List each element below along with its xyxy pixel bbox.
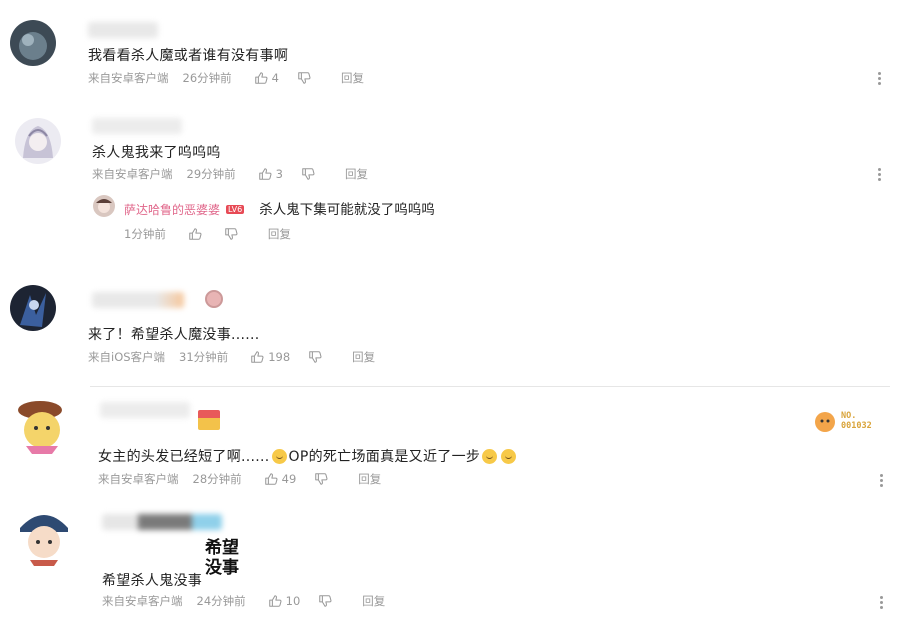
comment-item: 来了！希望杀人魔没事...... 来自iOS客户端 31分钟前 198 回复 xyxy=(0,270,900,386)
like-count: 49 xyxy=(281,472,297,486)
comment-item: 希望杀人鬼没事 希望 没事 来自安卓客户端 24分钟前 10 回复 xyxy=(0,500,900,623)
thumbs-up-icon xyxy=(254,71,268,85)
reply-user-avatar[interactable] xyxy=(93,195,115,217)
medal-icon xyxy=(205,290,223,308)
user-avatar[interactable] xyxy=(14,506,74,566)
thumbs-down-icon xyxy=(224,227,238,241)
reply-meta: 1分钟前 回复 xyxy=(124,226,291,242)
username-blurred[interactable] xyxy=(100,402,190,418)
level-badge: LV6 xyxy=(226,205,245,214)
dislike-button[interactable] xyxy=(314,472,328,486)
thumbs-down-icon xyxy=(314,472,328,486)
client-source: 来自iOS客户端 xyxy=(88,350,166,364)
username-blurred[interactable] xyxy=(102,514,222,530)
like-count: 4 xyxy=(271,71,279,85)
timestamp: 28分钟前 xyxy=(192,472,242,486)
thumbs-down-icon xyxy=(318,594,332,608)
like-count: 3 xyxy=(275,167,283,181)
comment-meta: 来自安卓客户端 24分钟前 10 回复 xyxy=(102,593,385,609)
like-count: 10 xyxy=(285,594,301,608)
reply-button[interactable]: 回复 xyxy=(362,593,385,609)
user-avatar[interactable] xyxy=(10,20,56,66)
thumbs-up-icon xyxy=(188,227,202,241)
comment-meta: 来自安卓客户端 28分钟前 49 回复 xyxy=(98,471,381,487)
thumbs-up-icon xyxy=(268,594,282,608)
reply-text: 杀人鬼下集可能就没了呜呜呜 xyxy=(259,202,435,218)
thumbs-up-icon xyxy=(258,167,272,181)
comment-text-part: 女主的头发已经短了啊...... xyxy=(98,449,270,465)
thumbs-down-icon xyxy=(308,350,322,364)
client-source: 来自安卓客户端 xyxy=(88,71,169,85)
comment-text: 希望杀人鬼没事 xyxy=(102,573,203,589)
like-button[interactable] xyxy=(188,227,206,241)
dislike-button[interactable] xyxy=(308,350,322,364)
comment-text-part: OP的死亡场面真是又近了一步 xyxy=(288,449,481,465)
laugh-emoji-icon xyxy=(271,449,287,464)
timestamp: 31分钟前 xyxy=(179,350,229,364)
reply-username[interactable]: 萨达哈鲁的恶婆婆 xyxy=(124,203,220,217)
timestamp: 26分钟前 xyxy=(182,71,232,85)
sticker-image: 希望 没事 xyxy=(200,538,244,578)
user-avatar[interactable] xyxy=(12,396,72,456)
comment-text: 我看看杀人魔或者谁有没有事啊 xyxy=(88,48,289,64)
user-avatar[interactable] xyxy=(10,285,56,331)
comment-item: NO. 001032 女主的头发已经短了啊...... OP的死亡场面真是又近了一… xyxy=(0,390,900,500)
like-count: 198 xyxy=(268,350,291,364)
username-blurred[interactable] xyxy=(92,118,182,134)
dislike-button[interactable] xyxy=(224,227,238,241)
fan-badge: NO. 001032 xyxy=(812,408,872,434)
badge-number: NO. 001032 xyxy=(841,411,872,431)
dislike-button[interactable] xyxy=(318,594,332,608)
like-button[interactable]: 10 xyxy=(268,594,301,608)
username-blurred[interactable] xyxy=(88,22,158,38)
comment-meta: 来自安卓客户端 26分钟前 4 回复 xyxy=(88,70,364,86)
more-vertical-icon[interactable] xyxy=(880,474,884,488)
like-button[interactable]: 198 xyxy=(250,350,290,364)
user-avatar[interactable] xyxy=(15,118,61,164)
thumbs-up-icon xyxy=(250,350,264,364)
more-vertical-icon[interactable] xyxy=(878,72,882,86)
comment-meta: 来自iOS客户端 31分钟前 198 回复 xyxy=(88,349,375,365)
section-divider xyxy=(90,386,890,387)
badge-mascot-icon xyxy=(815,412,835,432)
like-button[interactable]: 3 xyxy=(258,167,283,181)
reply-button[interactable]: 回复 xyxy=(358,471,381,487)
like-button[interactable]: 49 xyxy=(264,472,297,486)
client-source: 来自安卓客户端 xyxy=(102,594,183,608)
timestamp: 29分钟前 xyxy=(186,167,236,181)
reply-button[interactable]: 回复 xyxy=(268,226,291,242)
sticker-text: 希望 xyxy=(205,538,239,558)
thumbs-down-icon xyxy=(301,167,315,181)
comment-text: 杀人鬼我来了呜呜呜 xyxy=(92,145,221,161)
username-blurred[interactable] xyxy=(92,292,184,308)
reply-button[interactable]: 回复 xyxy=(352,349,375,365)
reply-button[interactable]: 回复 xyxy=(341,70,364,86)
comment-item: 杀人鬼我来了呜呜呜 来自安卓客户端 29分钟前 3 回复 萨达哈鲁的恶婆婆 LV6… xyxy=(0,110,900,270)
laugh-emoji-icon xyxy=(482,449,498,464)
sub-reply-line: 萨达哈鲁的恶婆婆 LV6 杀人鬼下集可能就没了呜呜呜 xyxy=(124,198,435,218)
like-button[interactable]: 4 xyxy=(254,71,279,85)
reply-button[interactable]: 回复 xyxy=(345,166,368,182)
more-vertical-icon[interactable] xyxy=(878,168,882,182)
gift-icon xyxy=(198,410,220,430)
client-source: 来自安卓客户端 xyxy=(98,472,179,486)
comment-meta: 来自安卓客户端 29分钟前 3 回复 xyxy=(92,166,368,182)
comment-text: 来了！希望杀人魔没事...... xyxy=(88,327,260,343)
laugh-emoji-icon xyxy=(501,449,517,464)
dislike-button[interactable] xyxy=(301,167,315,181)
client-source: 来自安卓客户端 xyxy=(92,167,173,181)
comment-text: 女主的头发已经短了啊...... OP的死亡场面真是又近了一步 xyxy=(98,446,518,466)
timestamp: 1分钟前 xyxy=(124,227,166,241)
comment-item: 我看看杀人魔或者谁有没有事啊 来自安卓客户端 26分钟前 4 回复 xyxy=(0,0,900,110)
thumbs-down-icon xyxy=(297,71,311,85)
sticker-text: 没事 xyxy=(205,558,239,578)
timestamp: 24分钟前 xyxy=(196,594,246,608)
dislike-button[interactable] xyxy=(297,71,311,85)
more-vertical-icon[interactable] xyxy=(880,596,884,610)
thumbs-up-icon xyxy=(264,472,278,486)
